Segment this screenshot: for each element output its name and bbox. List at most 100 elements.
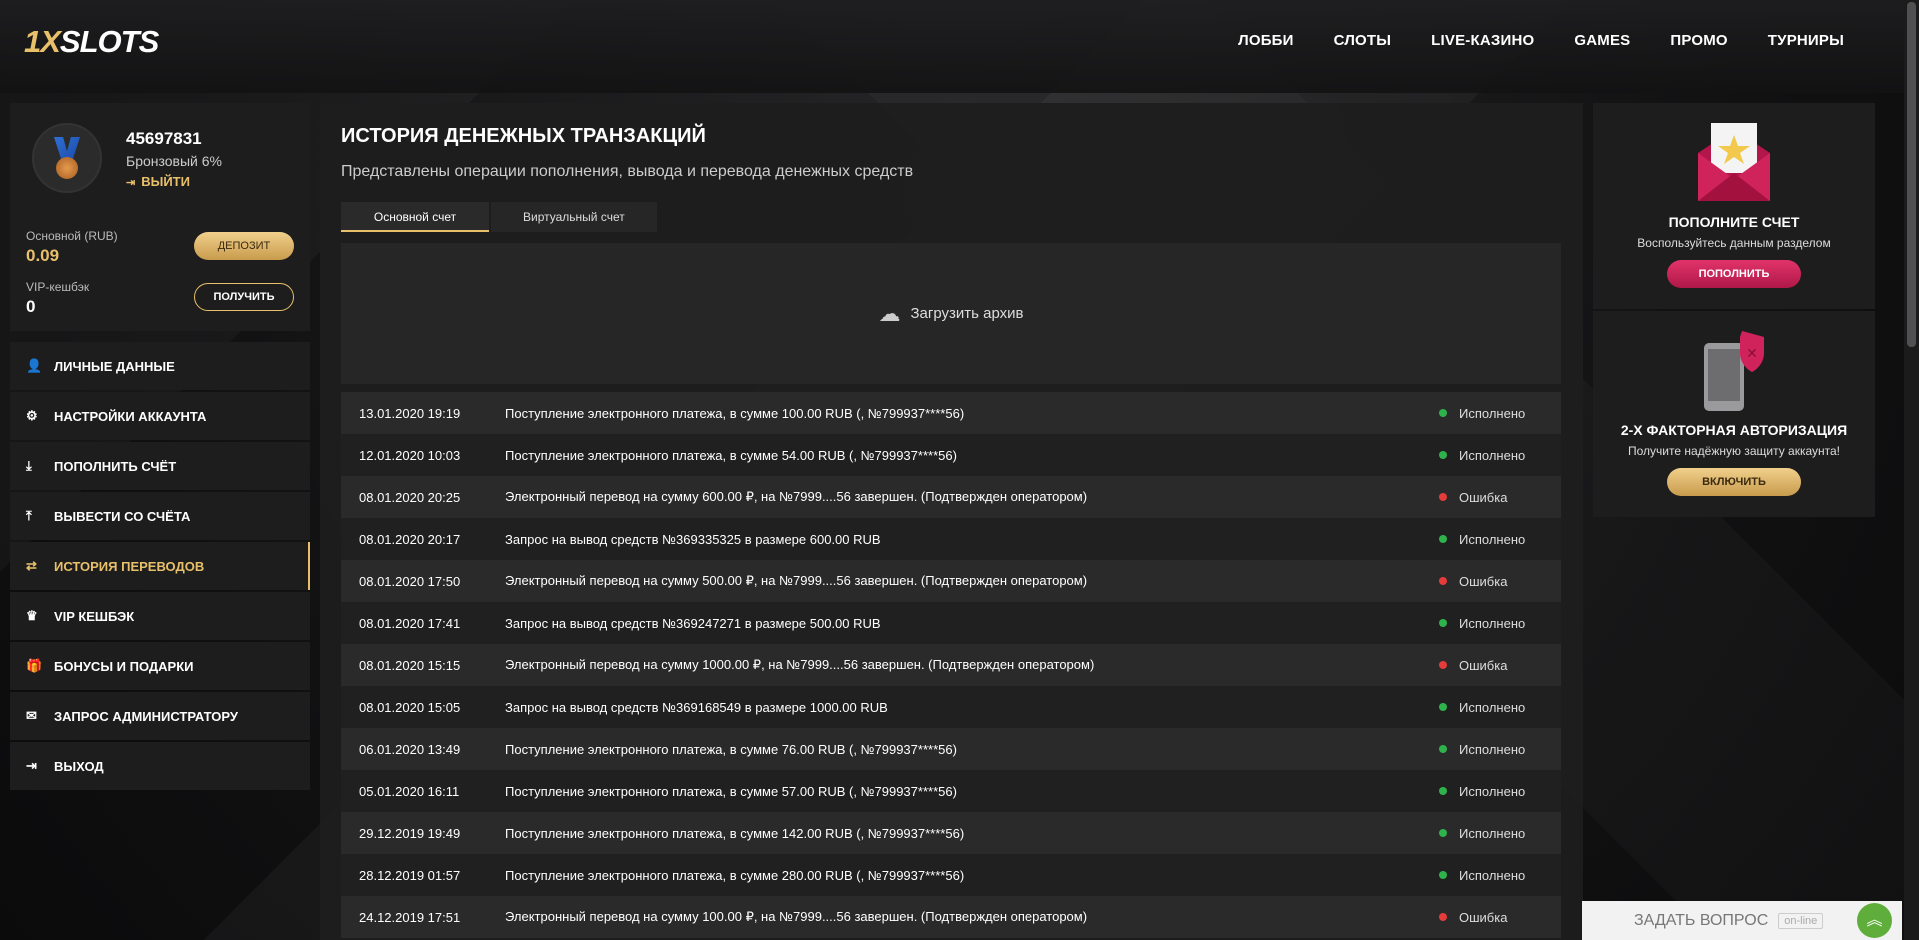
status-success-dot	[1439, 745, 1447, 753]
tx-description: Поступление электронного платежа, в сумм…	[505, 447, 957, 463]
deposit-button[interactable]: ДЕПОЗИТ	[194, 232, 294, 260]
status-label: Исполнено	[1459, 699, 1526, 715]
menu-item-label: НАСТРОЙКИ АККАУНТА	[54, 408, 207, 424]
page-scrollbar[interactable]	[1904, 0, 1919, 940]
status-error-dot	[1439, 661, 1447, 669]
transfer-icon: ⇄	[26, 558, 37, 573]
status-label: Ошибка	[1459, 489, 1508, 505]
tx-description: Электронный перевод на сумму 600.00 ₽, н…	[505, 489, 1088, 504]
user-id: 45697831	[126, 129, 202, 148]
top-header: 1XSLOTS ЛОББИ СЛОТЫ LIVE-КАЗИНО GAMES ПРОМО Т…	[0, 0, 1904, 93]
table-row: 08.01.2020 20:17 Запрос на вывод средств …	[341, 518, 1561, 560]
nav-item-3[interactable]: GAMES	[1574, 32, 1630, 49]
tx-date: 24.12.2019 17:51	[359, 909, 461, 925]
enable-twofa-button[interactable]: ВКЛЮЧИТЬ	[1667, 468, 1801, 496]
medal-icon	[56, 157, 78, 179]
menu-item-5[interactable]: ♛ VIP КЕШБЭК	[10, 592, 310, 640]
status-label: Исполнено	[1459, 615, 1526, 631]
status-success-dot	[1439, 535, 1447, 543]
get-cashback-button[interactable]: ПОЛУЧИТЬ	[194, 283, 294, 311]
tx-description: Поступление электронного платежа, в сумм…	[505, 741, 957, 757]
tx-description: Электронный перевод на сумму 500.00 ₽, н…	[505, 573, 1088, 588]
status-label: Исполнено	[1459, 783, 1526, 799]
status-label: Исполнено	[1459, 825, 1526, 841]
table-row: 28.12.2019 01:57 Поступление электронного…	[341, 854, 1561, 896]
status-badge: Исполнено	[1439, 826, 1561, 841]
logo[interactable]: 1XSLOTS	[24, 24, 159, 60]
tx-description: Поступление электронного платежа, в сумм…	[505, 405, 965, 421]
menu-item-label: ВЫХОД	[54, 758, 104, 774]
cloud-download-icon: ☁	[878, 300, 901, 326]
online-badge: on-line	[1778, 912, 1824, 929]
logout-icon: ⇥	[26, 758, 37, 773]
transactions-panel: ИСТОРИЯ ДЕНЕЖНЫХ ТРАНЗАКЦИЙ Представлены…	[320, 103, 1583, 940]
nav-item-5[interactable]: ТУРНИРЫ	[1768, 32, 1844, 49]
menu-item-6[interactable]: 🎁 БОНУСЫ И ПОДАРКИ	[10, 642, 310, 690]
menu-item-0[interactable]: 👤 ЛИЧНЫЕ ДАННЫЕ	[10, 342, 310, 390]
page-title: ИСТОРИЯ ДЕНЕЖНЫХ ТРАНЗАКЦИЙ	[341, 125, 706, 147]
tx-date: 08.01.2020 15:15	[359, 657, 461, 673]
tx-description: Электронный перевод на сумму 1000.00 ₽, …	[505, 657, 1095, 672]
tx-date: 08.01.2020 17:50	[359, 573, 461, 589]
table-row: 08.01.2020 17:41 Запрос на вывод средств …	[341, 602, 1561, 644]
main-account-label: Основной (RUB)	[26, 229, 118, 243]
status-badge: Исполнено	[1439, 616, 1561, 631]
account-tabs: Основной счет Виртуальный счет	[341, 202, 659, 232]
vip-cashback-value: 0	[26, 297, 36, 316]
status-success-dot	[1439, 871, 1447, 879]
tx-date: 08.01.2020 17:41	[359, 615, 461, 631]
menu-item-3[interactable]: ⤒ ВЫВЕСТИ СО СЧЁТА	[10, 492, 310, 540]
menu-item-label: ЗАПРОС АДМИНИСТРАТОРУ	[54, 708, 238, 724]
menu-item-4[interactable]: ⇄ ИСТОРИЯ ПЕРЕВОДОВ	[10, 542, 310, 590]
menu-item-2[interactable]: ⤓ ПОПОЛНИТЬ СЧЁТ	[10, 442, 310, 490]
download-icon: ⤓	[26, 458, 32, 473]
status-success-dot	[1439, 829, 1447, 837]
status-badge: Исполнено	[1439, 700, 1561, 715]
chevron-up-icon[interactable]: ︽	[1857, 903, 1892, 938]
nav-item-1[interactable]: СЛОТЫ	[1334, 32, 1392, 49]
status-success-dot	[1439, 703, 1447, 711]
table-row: 24.12.2019 17:51 Электронный перевод на с…	[341, 896, 1561, 938]
table-row: 13.01.2020 19:19 Поступление электронного…	[341, 392, 1561, 434]
tab-main-account[interactable]: Основной счет	[341, 202, 489, 232]
status-error-dot	[1439, 577, 1447, 585]
table-row: 05.01.2020 16:11 Поступление электронного…	[341, 770, 1561, 812]
nav-item-0[interactable]: ЛОББИ	[1238, 32, 1294, 49]
download-archive-button[interactable]: ☁ Загрузить архив	[341, 243, 1561, 384]
tx-description: Запрос на вывод средств №369168549 в раз…	[505, 699, 888, 715]
status-success-dot	[1439, 619, 1447, 627]
status-badge: Ошибка	[1439, 490, 1561, 505]
tx-description: Поступление электронного платежа, в сумм…	[505, 867, 965, 883]
status-badge: Ошибка	[1439, 658, 1561, 673]
status-badge: Исполнено	[1439, 532, 1561, 547]
status-label: Исполнено	[1459, 531, 1526, 547]
status-badge: Ошибка	[1439, 574, 1561, 589]
envelope-icon: ✉	[26, 708, 37, 723]
page-subtitle: Представлены операции пополнения, вывода…	[341, 163, 914, 180]
nav-item-2[interactable]: LIVE-КАЗИНО	[1431, 32, 1534, 49]
ask-question-label: ЗАДАТЬ ВОПРОС	[1634, 911, 1769, 929]
status-success-dot	[1439, 409, 1447, 417]
tx-date: 05.01.2020 16:11	[359, 783, 460, 799]
tx-date: 08.01.2020 20:25	[359, 489, 461, 505]
status-label: Исполнено	[1459, 867, 1526, 883]
menu-item-8[interactable]: ⇥ ВЫХОД	[10, 742, 310, 790]
status-badge: Исполнено	[1439, 448, 1561, 463]
menu-item-1[interactable]: ⚙ НАСТРОЙКИ АККАУНТА	[10, 392, 310, 440]
user-level: Бронзовый 6%	[126, 153, 222, 169]
menu-item-7[interactable]: ✉ ЗАПРОС АДМИНИСТРАТОРУ	[10, 692, 310, 740]
scrollbar-thumb[interactable]	[1907, 2, 1916, 347]
tx-date: 28.12.2019 01:57	[359, 867, 461, 883]
ask-question-widget[interactable]: ЗАДАТЬ ВОПРОС on-line ︽	[1582, 901, 1902, 940]
tab-virtual-account[interactable]: Виртуальный счет	[491, 202, 657, 232]
status-badge: Ошибка	[1439, 910, 1561, 925]
svg-text:✕: ✕	[1746, 346, 1758, 362]
profile-card: 45697831 Бронзовый 6% ⇥ ВЫЙТИ Основной (R…	[10, 103, 310, 331]
top-up-button[interactable]: ПОПОЛНИТЬ	[1667, 260, 1801, 288]
nav-item-4[interactable]: ПРОМО	[1670, 32, 1727, 49]
table-row: 12.01.2020 10:03 Поступление электронного…	[341, 434, 1561, 476]
tx-date: 12.01.2020 10:03	[359, 447, 461, 463]
table-row: 08.01.2020 15:05 Запрос на вывод средств …	[341, 686, 1561, 728]
logout-link[interactable]: ⇥ ВЫЙТИ	[126, 174, 190, 189]
tx-description: Поступление электронного платежа, в сумм…	[505, 825, 965, 841]
